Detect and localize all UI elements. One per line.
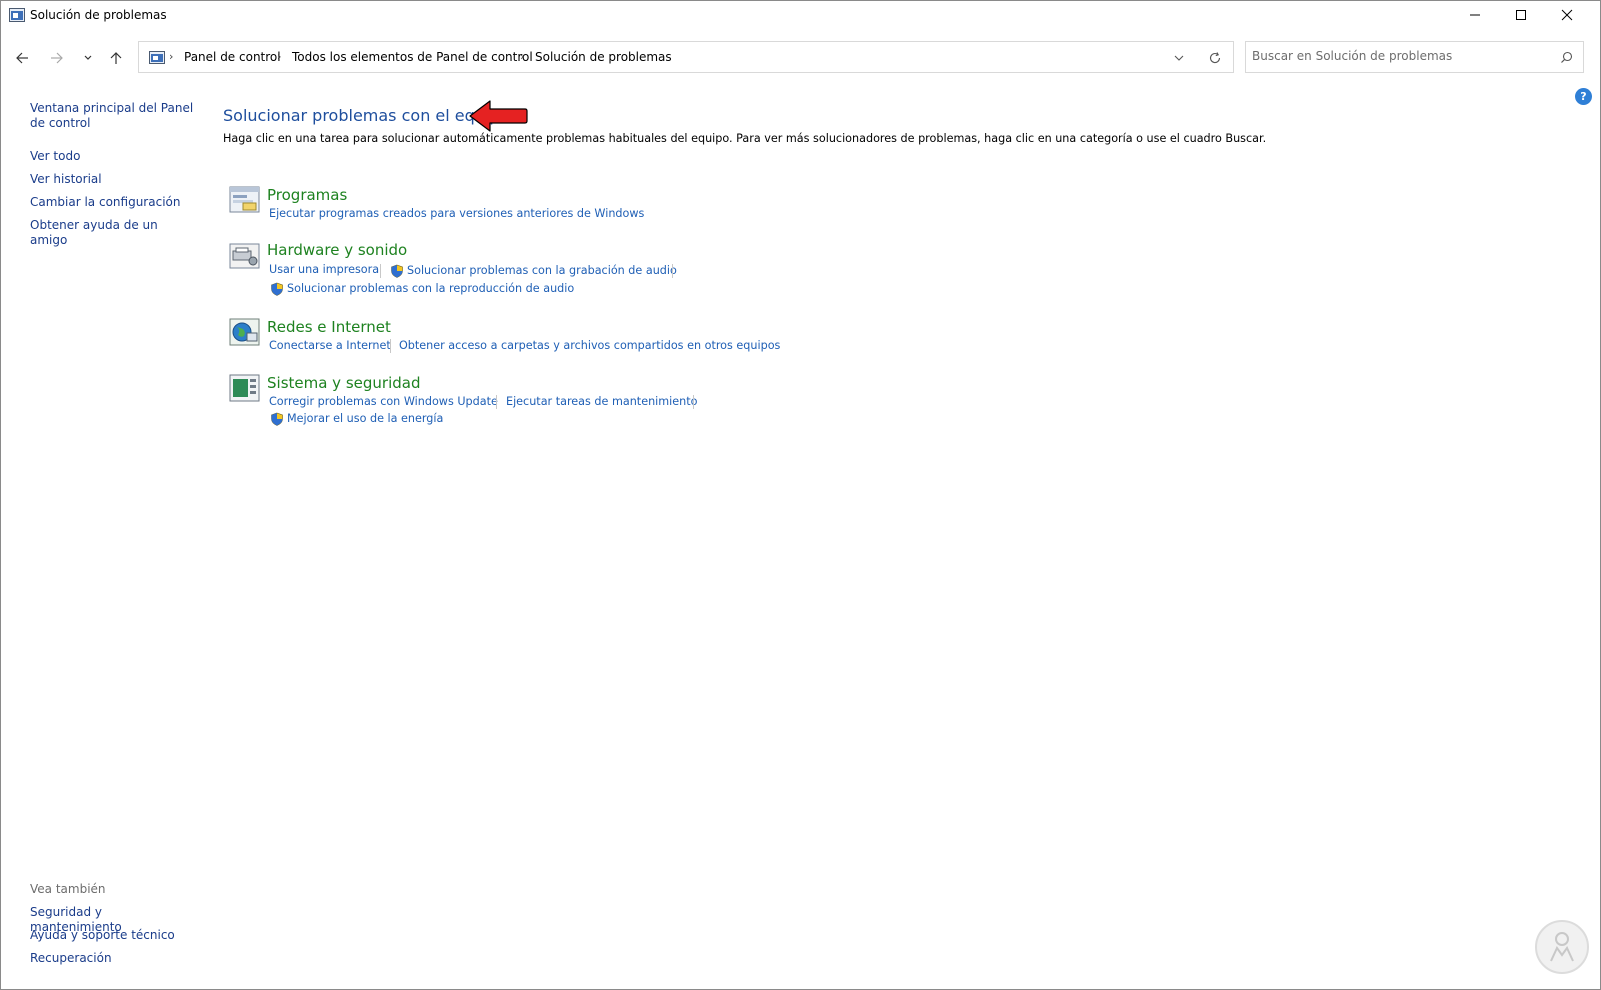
programs-icon[interactable] bbox=[229, 186, 261, 214]
task-separator bbox=[672, 264, 673, 278]
left-link-ver-historial[interactable]: Ver historial bbox=[30, 172, 195, 187]
task-separator bbox=[496, 395, 497, 409]
left-link-ver-todo[interactable]: Ver todo bbox=[30, 149, 195, 164]
uac-shield-icon bbox=[271, 282, 283, 296]
refresh-icon[interactable] bbox=[1208, 51, 1222, 65]
category-hardware-sonido[interactable]: Hardware y sonido bbox=[267, 241, 407, 259]
uac-shield-icon bbox=[391, 264, 403, 278]
breadcrumb-todos-los-elementos[interactable]: Todos los elementos de Panel de control bbox=[292, 50, 533, 64]
control-panel-location-icon bbox=[149, 51, 165, 64]
see-also-label: Vea también bbox=[30, 882, 106, 896]
search-input[interactable] bbox=[1252, 49, 1542, 63]
task-mantenimiento[interactable]: Ejecutar tareas de mantenimiento bbox=[506, 395, 697, 408]
category-sistema-seguridad[interactable]: Sistema y seguridad bbox=[267, 374, 420, 392]
task-separator bbox=[380, 264, 381, 278]
address-bar[interactable]: › Panel de control › Todos los elementos… bbox=[138, 41, 1234, 73]
network-internet-icon[interactable] bbox=[229, 318, 261, 346]
see-also-ayuda-soporte[interactable]: Ayuda y soporte técnico bbox=[30, 928, 195, 943]
category-redes-internet[interactable]: Redes e Internet bbox=[267, 318, 391, 336]
hardware-sound-icon[interactable] bbox=[229, 242, 261, 270]
recent-locations-button[interactable] bbox=[76, 46, 100, 70]
up-arrow-icon bbox=[110, 52, 122, 64]
task-separator bbox=[390, 339, 391, 353]
task-carpetas-compartidas[interactable]: Obtener acceso a carpetas y archivos com… bbox=[399, 339, 780, 352]
title-bar: Solución de problemas bbox=[0, 0, 1601, 32]
minimize-button[interactable] bbox=[1452, 0, 1498, 30]
person-icon bbox=[1550, 932, 1574, 962]
breadcrumb-separator: › bbox=[169, 50, 174, 63]
task-grabacion-audio[interactable]: Solucionar problemas con la grabación de… bbox=[407, 264, 677, 277]
maximize-button[interactable] bbox=[1498, 0, 1544, 30]
task-uso-energia[interactable]: Mejorar el uso de la energía bbox=[287, 412, 443, 425]
maximize-icon bbox=[1516, 10, 1526, 20]
task-reproduccion-audio[interactable]: Solucionar problemas con la reproducción… bbox=[287, 282, 574, 295]
task-ejecutar-programas[interactable]: Ejecutar programas creados para versione… bbox=[269, 207, 644, 220]
breadcrumb-solucion-de-problemas[interactable]: Solución de problemas bbox=[535, 50, 672, 64]
forward-button[interactable] bbox=[45, 46, 69, 70]
red-arrow-annotation-icon bbox=[469, 100, 528, 132]
control-panel-app-icon bbox=[9, 8, 25, 22]
left-link-obtener-ayuda[interactable]: Obtener ayuda de un amigo bbox=[30, 218, 195, 248]
task-separator bbox=[693, 395, 694, 409]
breadcrumb-separator[interactable]: › bbox=[520, 50, 524, 63]
breadcrumb-separator[interactable]: › bbox=[277, 50, 281, 63]
chevron-down-icon bbox=[84, 55, 92, 60]
left-link-panel-principal[interactable]: Ventana principal del Panel de control bbox=[30, 101, 195, 131]
page-title: Solucionar problemas con el equipo bbox=[223, 106, 510, 125]
search-box[interactable] bbox=[1245, 41, 1584, 73]
task-windows-update[interactable]: Corregir problemas con Windows Update bbox=[269, 395, 498, 408]
close-button[interactable] bbox=[1544, 0, 1590, 30]
window-frame bbox=[0, 0, 1601, 990]
page-description: Haga clic en una tarea para solucionar a… bbox=[223, 132, 1267, 145]
help-icon[interactable]: ? bbox=[1575, 88, 1592, 105]
watermark-logo bbox=[1535, 920, 1589, 974]
minimize-icon bbox=[1470, 14, 1480, 16]
task-conectarse-internet[interactable]: Conectarse a Internet bbox=[269, 339, 391, 352]
window-title: Solución de problemas bbox=[30, 8, 167, 22]
uac-shield-icon bbox=[271, 412, 283, 426]
system-security-icon[interactable] bbox=[229, 374, 261, 402]
breadcrumb-panel-de-control[interactable]: Panel de control bbox=[184, 50, 281, 64]
see-also-recuperacion[interactable]: Recuperación bbox=[30, 951, 195, 966]
back-button[interactable] bbox=[10, 46, 34, 70]
left-link-cambiar-configuracion[interactable]: Cambiar la configuración bbox=[30, 195, 195, 210]
up-button[interactable] bbox=[104, 46, 128, 70]
close-icon bbox=[1561, 9, 1573, 21]
forward-arrow-icon bbox=[51, 52, 63, 64]
task-usar-impresora[interactable]: Usar una impresora bbox=[269, 263, 379, 276]
category-programas[interactable]: Programas bbox=[267, 186, 347, 204]
address-dropdown-icon[interactable] bbox=[1173, 53, 1185, 63]
search-icon[interactable] bbox=[1560, 51, 1573, 64]
back-arrow-icon bbox=[16, 52, 28, 64]
